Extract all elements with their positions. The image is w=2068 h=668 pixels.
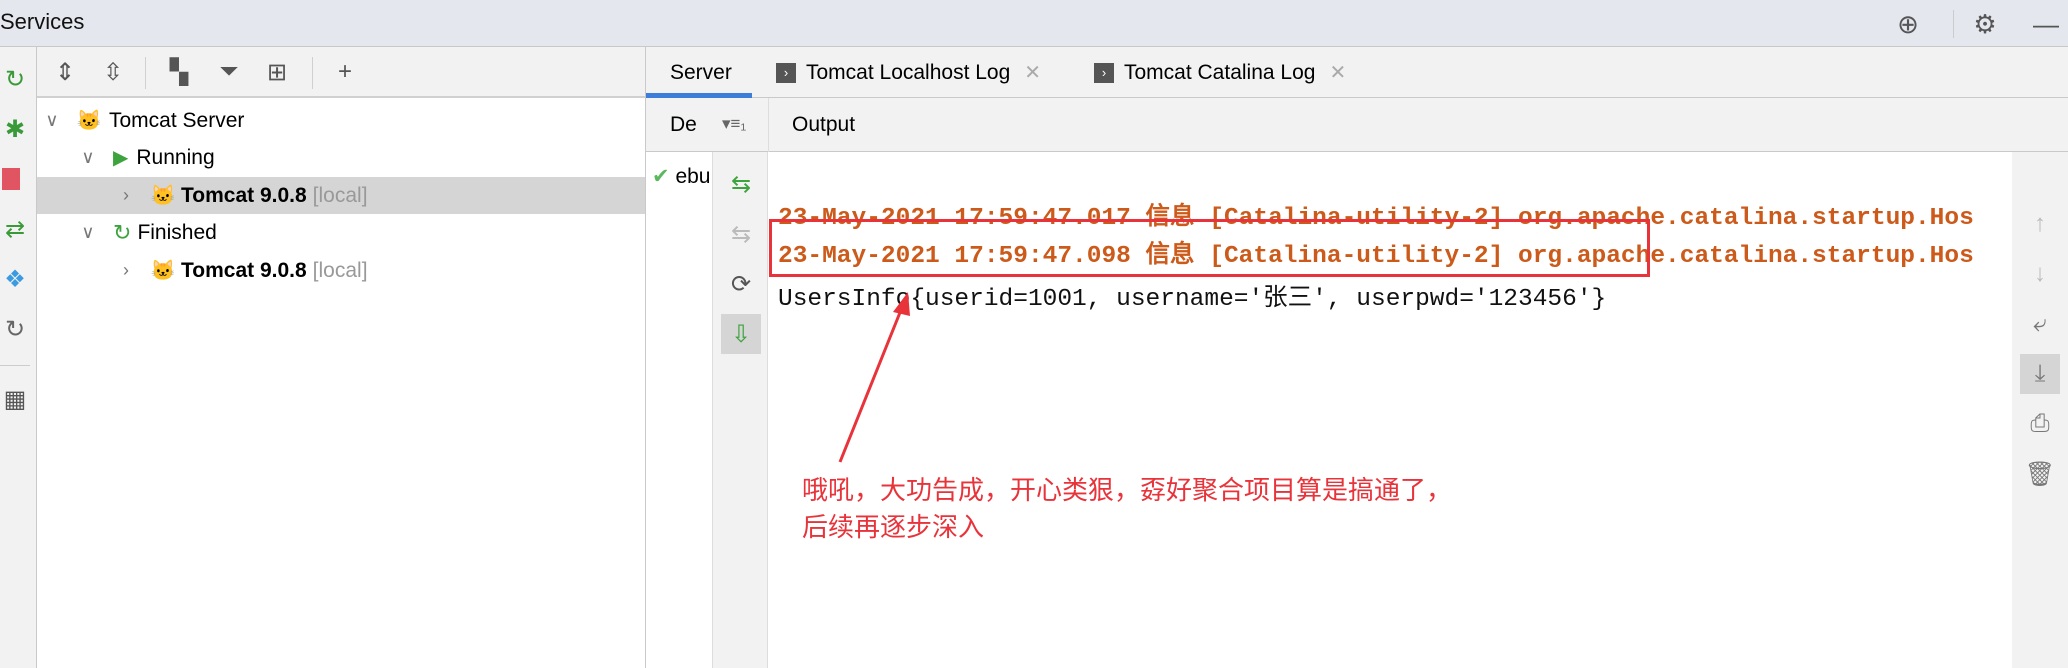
annotation-line: 后续再逐步深入 bbox=[802, 512, 985, 542]
annotation-line: 哦吼，大功告成，开心类狠，孬好聚合项目算是搞通了， bbox=[802, 475, 1453, 505]
annotation-arrow bbox=[838, 292, 910, 463]
annotation-text: 哦吼，大功告成，开心类狠，孬好聚合项目算是搞通了， 后续再逐步深入 bbox=[802, 472, 1452, 546]
